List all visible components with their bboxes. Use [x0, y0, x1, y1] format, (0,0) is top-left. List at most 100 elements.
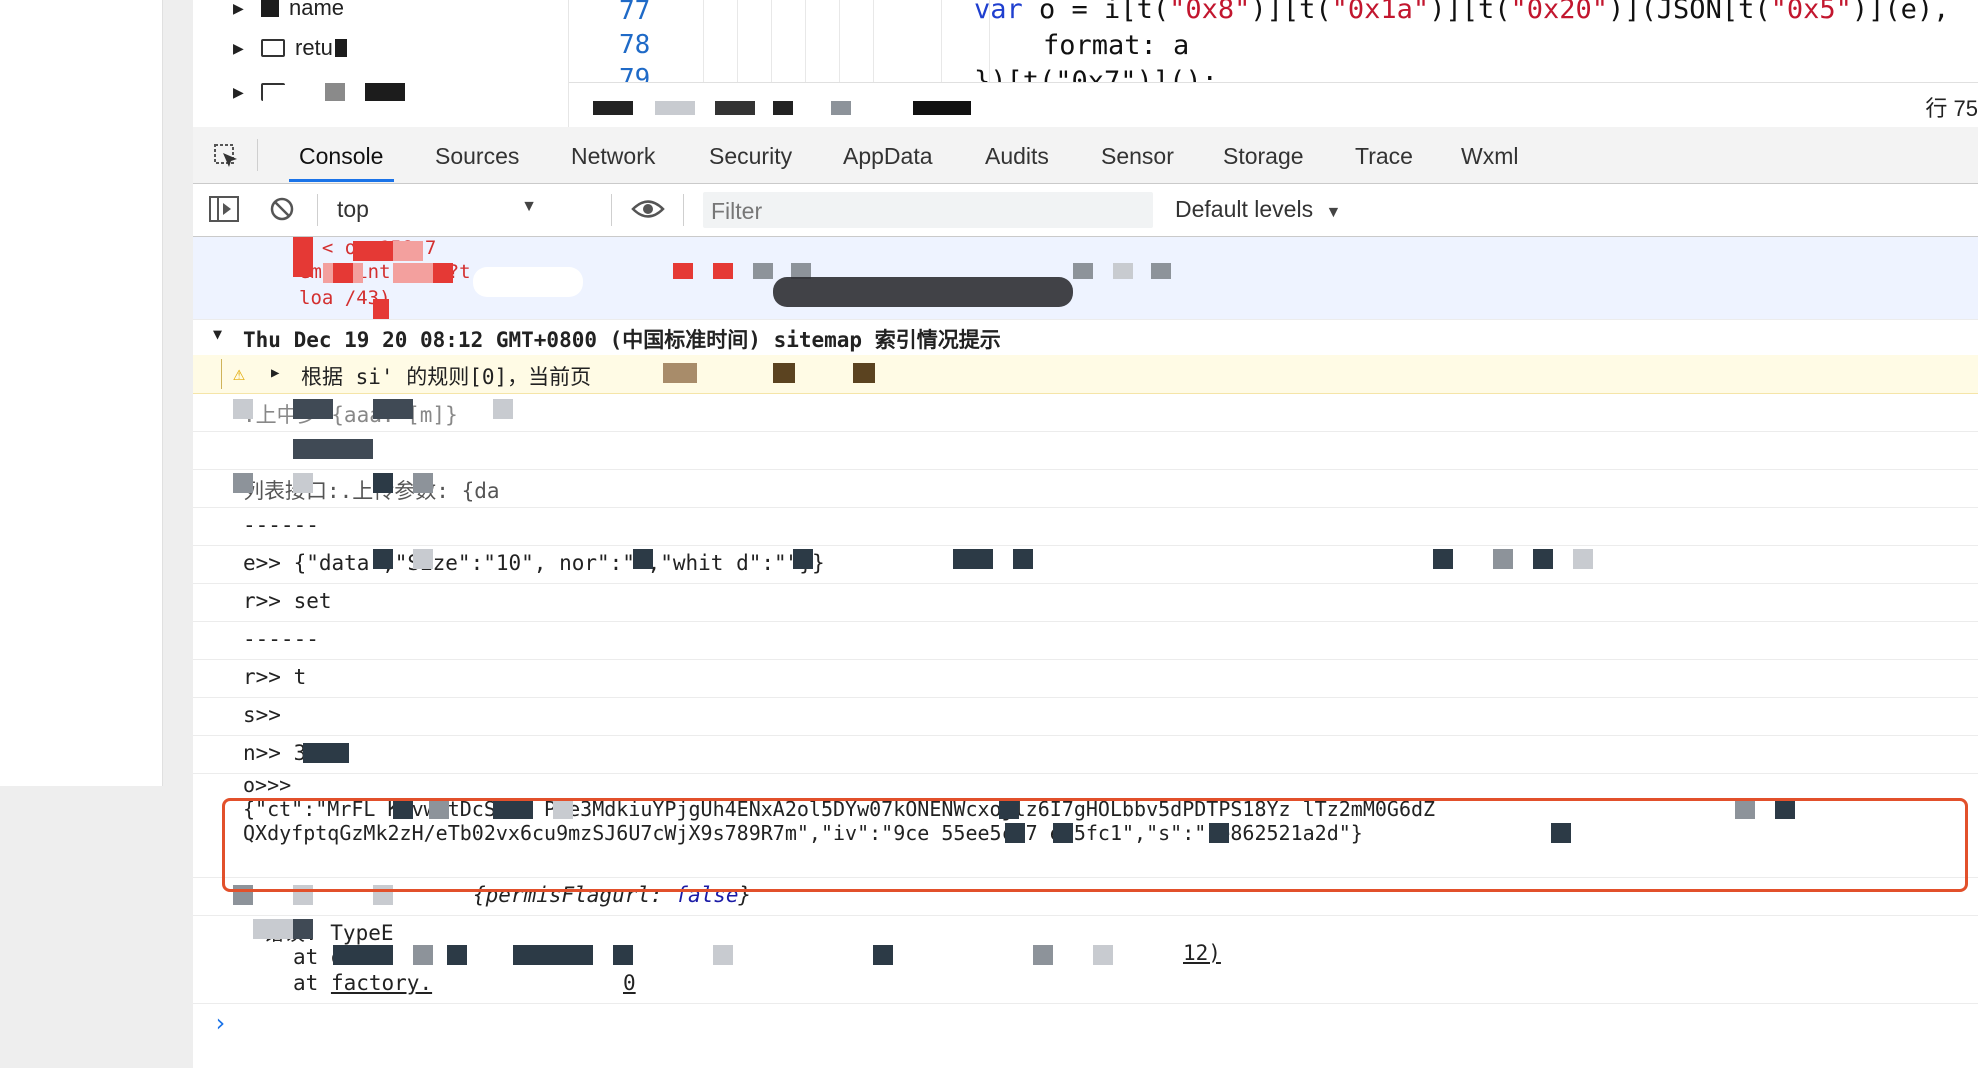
code-keyword: var [974, 0, 1023, 25]
redacted-block [655, 101, 695, 115]
redacted-block [831, 101, 851, 115]
link-text: 12) [1183, 941, 1221, 965]
code-text: )][t( [1250, 0, 1332, 25]
console-prompt[interactable]: › [193, 1003, 1978, 1047]
sidebar-toggle-icon[interactable] [209, 196, 239, 222]
log-text: e>> {"data ,"Size":"10", nor":"","whit d… [243, 551, 825, 575]
chevron-right-icon[interactable]: ▶ [233, 0, 249, 17]
console-error-message: t < ou 158:7 em crint vice?t loa /43) [193, 237, 1978, 320]
redacted-block [773, 101, 793, 115]
tab-console[interactable]: Console [299, 143, 383, 170]
line-number: 78 [619, 30, 651, 60]
tree-row-name[interactable]: ▶ name [233, 0, 344, 26]
context-label: top [337, 196, 369, 222]
folder-icon [261, 83, 285, 101]
annotation-highlight-box [222, 798, 1968, 892]
code-string: "0x5" [1770, 0, 1852, 25]
tab-sources[interactable]: Sources [435, 143, 519, 170]
devtools-tab-bar: Console Sources Network Security AppData… [193, 127, 1978, 184]
redacted-block [913, 101, 971, 115]
chevron-down-icon[interactable]: ▼ [213, 325, 222, 343]
code-editor[interactable]: 77 78 79 var o = i[t("0x8")][t("0x1a")][… [569, 0, 1978, 82]
tab-audits[interactable]: Audits [985, 143, 1049, 170]
code-text: )][t( [1429, 0, 1511, 25]
code-string: "0x8" [1169, 0, 1251, 25]
stack-frame: at factory. [293, 971, 432, 995]
code-line-77: var o = i[t("0x8")][t("0x1a")][t("0x20")… [974, 0, 1949, 25]
log-text: o>>> [243, 773, 292, 797]
warning-icon: ⚠ [233, 361, 246, 385]
redacted-block [365, 83, 405, 101]
clear-console-icon[interactable] [269, 196, 295, 222]
console-log-row: :上中步 {aaa. [m]} [193, 393, 1978, 432]
tree-row-return[interactable]: ▶ retu [233, 30, 347, 66]
group-title: Thu Dec 19 20 08:12 GMT+0800 (中国标准时间) si… [243, 328, 1001, 352]
log-text: r>> set [243, 589, 332, 613]
code-string: "0x20" [1510, 0, 1609, 25]
console-log-row: s>> [193, 697, 1978, 736]
active-tab-indicator [289, 179, 394, 182]
editor-status-bar: 行 75 [569, 82, 1978, 128]
code-text: )](e), [1851, 0, 1950, 25]
inspect-element-icon[interactable] [213, 143, 239, 169]
log-text: r>> t [243, 665, 307, 689]
log-text: ------ [243, 627, 319, 651]
redacted-block [325, 83, 345, 101]
levels-label: Default levels [1175, 196, 1314, 222]
code-line-79: })[t("0x7")](); [974, 66, 1218, 82]
line-number: 79 [619, 64, 651, 82]
prompt-chevron-icon: › [213, 1009, 228, 1037]
divider [683, 194, 684, 226]
tab-wxml[interactable]: Wxml [1461, 143, 1518, 170]
log-text: :上中步 {aaa. [m]} [243, 403, 458, 427]
divider [257, 139, 258, 171]
dropdown-arrow-icon: ▼ [521, 198, 537, 215]
warning-text: 根据 si' 的规则[0]，当前页 [301, 365, 592, 389]
divider [317, 194, 318, 226]
stack-prefix: at [293, 971, 331, 995]
log-text: 列表接口:.上传参数: {da [243, 479, 500, 503]
source-link[interactable]: 0 [623, 971, 636, 995]
left-panel [0, 0, 163, 786]
dropdown-arrow-icon: ▼ [1325, 204, 1342, 221]
code-line-78: format: a [1043, 30, 1190, 61]
folder-icon [261, 39, 285, 57]
filter-input[interactable] [703, 192, 1133, 230]
tab-storage[interactable]: Storage [1223, 143, 1304, 170]
console-log-row: n>> 3 [193, 735, 1978, 774]
code-text: o = i[t( [1022, 0, 1170, 25]
tab-sensor[interactable]: Sensor [1101, 143, 1174, 170]
file-tree: ▶ name ▶ retu ▶ [193, 0, 569, 128]
tab-security[interactable]: Security [709, 143, 792, 170]
console-log-row: e>> {"data ,"Size":"10", nor":"","whit d… [193, 545, 1978, 584]
tree-label: name [289, 0, 345, 20]
cursor-position: 行 75 [1925, 96, 1978, 121]
eye-icon[interactable] [631, 198, 665, 220]
console-group-header[interactable]: ▼ Thu Dec 19 20 08:12 GMT+0800 (中国标准时间) … [193, 319, 1978, 356]
filter-field[interactable] [703, 192, 1153, 230]
redacted-block [261, 0, 279, 17]
source-link[interactable]: factory. [331, 971, 432, 995]
console-log-row: 列表接口:.上传参数: {da [193, 469, 1978, 508]
console-log-row [193, 431, 1978, 470]
tab-network[interactable]: Network [571, 143, 655, 170]
log-text: s>> [243, 703, 281, 727]
console-log-row: r>> t [193, 659, 1978, 698]
chevron-right-icon[interactable]: ▶ [271, 365, 279, 381]
context-selector[interactable]: top ▼ [337, 196, 537, 224]
console-log-row: ------ [193, 621, 1978, 660]
console-log-row: ------ [193, 507, 1978, 546]
console-warning[interactable]: ⚠ ▶ 根据 si' 的规则[0]，当前页 [193, 355, 1978, 394]
line-number: 77 [619, 0, 651, 26]
redacted-block [334, 39, 347, 57]
tab-appdata[interactable]: AppData [843, 143, 933, 170]
console-toolbar: top ▼ Default levels ▼ [193, 184, 1978, 237]
console-error-trace: 错误: TypeE at e 12) at factory. 0 [193, 915, 1978, 1004]
source-link[interactable]: 12) [1183, 941, 1221, 965]
chevron-right-icon[interactable]: ▶ [233, 40, 249, 57]
chevron-right-icon[interactable]: ▶ [233, 84, 249, 101]
tab-trace[interactable]: Trace [1355, 143, 1413, 170]
log-text: n>> 3 [243, 741, 307, 765]
log-levels-dropdown[interactable]: Default levels ▼ [1175, 196, 1341, 223]
tree-row-folder[interactable]: ▶ [233, 74, 405, 110]
